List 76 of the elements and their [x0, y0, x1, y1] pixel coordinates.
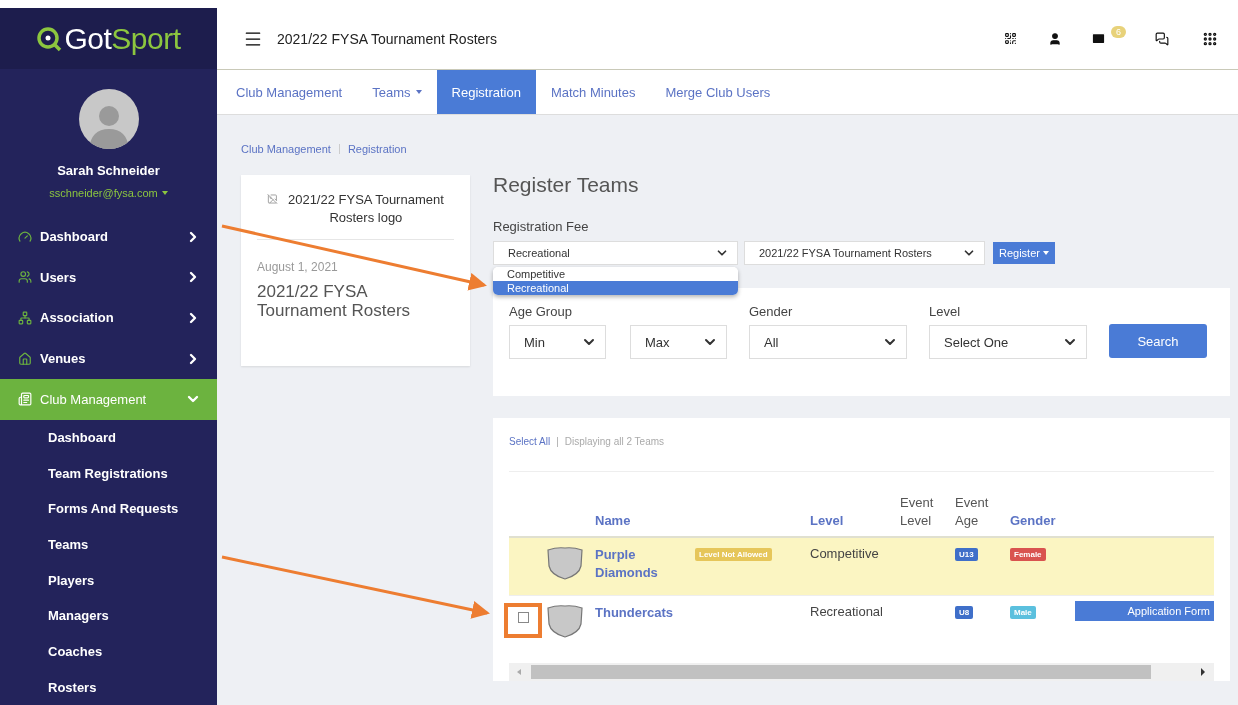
separator: | — [556, 436, 559, 447]
register-button[interactable]: Register — [993, 242, 1055, 264]
field-label: Age Group — [509, 304, 573, 319]
gauge-icon — [18, 229, 32, 244]
column-header: Event Age — [955, 494, 990, 530]
team-crest-icon — [545, 604, 585, 638]
column-header: Event Level — [900, 494, 935, 530]
dropdown-option[interactable]: Recreational — [493, 281, 738, 295]
sidebar-subitem[interactable]: Dashboard — [0, 419, 217, 456]
sidebar-item[interactable]: Users — [0, 256, 217, 298]
min-age-select[interactable]: Min — [509, 325, 606, 359]
teams-summary: Displaying all 2 Teams — [564, 436, 665, 447]
logo-text: GotSport — [64, 21, 181, 56]
column-header[interactable]: Name — [595, 512, 695, 530]
age-label: U13 — [955, 548, 978, 561]
sidebar-subitem[interactable]: Rosters — [0, 669, 217, 705]
fee-select[interactable]: Recreational — [493, 241, 738, 265]
sidebar-subitem[interactable]: Coaches — [0, 633, 217, 670]
horizontal-scrollbar[interactable] — [509, 663, 1214, 681]
age-label: U8 — [955, 606, 974, 619]
sidebar-subitem[interactable]: Team Registrations — [0, 455, 217, 491]
field-label: Registration Fee — [493, 219, 590, 234]
chat-icon[interactable] — [1155, 31, 1169, 46]
nav-tab[interactable]: Match Minutes — [535, 70, 651, 114]
breadcrumb-link[interactable]: Club Management — [241, 143, 331, 155]
gender-label: Female — [1010, 548, 1046, 561]
users-icon — [18, 270, 32, 285]
qr-code-icon[interactable] — [1004, 32, 1018, 45]
column-header[interactable]: Gender — [1010, 512, 1075, 530]
application-form-button[interactable]: Application Form — [1075, 601, 1214, 621]
user-name: Sarah Schneider — [57, 163, 160, 179]
list-icon — [18, 392, 32, 407]
sidebar-item[interactable]: Association — [0, 297, 217, 339]
gender-select[interactable]: All — [749, 325, 907, 359]
sidebar-subitem[interactable]: Forms And Requests — [0, 490, 217, 527]
nav-tab[interactable]: Club Management — [221, 70, 358, 114]
breadcrumb-link[interactable]: Registration — [347, 143, 407, 155]
table-cell-text: Recreational — [810, 604, 884, 619]
select-all-link[interactable]: Select All — [509, 436, 551, 447]
field-label: Level — [929, 304, 962, 319]
logo-icon — [36, 25, 63, 52]
table-cell-text: Competitive — [810, 546, 880, 561]
team-name-link[interactable]: Purple Diamonds — [595, 546, 695, 582]
sidebar-subitem[interactable]: Players — [0, 562, 217, 598]
sidebar-subitem[interactable]: Managers — [0, 597, 217, 634]
nav-tab[interactable]: Teams — [357, 70, 437, 114]
dropdown-option[interactable]: Competitive — [493, 267, 738, 281]
highlight-frame — [504, 603, 542, 638]
column-header[interactable]: Level — [810, 512, 900, 530]
event-select[interactable]: 2021/22 FYSA Tournament Rosters — [744, 241, 985, 265]
team-crest-icon — [545, 546, 585, 580]
image-alt-text: 2021/22 FYSA Tournament Rosters logo — [287, 191, 444, 227]
network-icon — [18, 310, 32, 325]
team-name-link[interactable]: Thundercats — [595, 604, 695, 622]
section-heading: Register Teams — [493, 173, 640, 197]
page-title: 2021/22 FYSA Tournament Rosters — [277, 30, 498, 47]
user-icon[interactable] — [1048, 31, 1062, 46]
broken-image-icon — [267, 191, 278, 207]
nav-tab[interactable]: Merge Club Users — [650, 70, 786, 114]
warning-label: Level Not Allowed — [695, 548, 772, 561]
sidebar-subitem[interactable]: Teams — [0, 526, 217, 563]
apps-grid-icon[interactable] — [1202, 30, 1218, 47]
sidebar-item[interactable]: Venues — [0, 338, 217, 379]
house-icon — [18, 351, 32, 366]
field-label: Gender — [749, 304, 794, 319]
notification-count: 6 — [1111, 26, 1126, 38]
level-select[interactable]: Select One — [929, 325, 1087, 359]
sidebar-item[interactable]: Dashboard — [0, 216, 217, 257]
event-date: August 1, 2021 — [257, 260, 339, 274]
event-name: 2021/22 FYSA Tournament Rosters — [257, 282, 412, 320]
nav-tab[interactable]: Registration — [436, 70, 536, 114]
gender-label: Male — [1010, 606, 1036, 619]
search-button[interactable]: Search — [1109, 324, 1207, 358]
user-email[interactable]: sschneider@fysa.com — [49, 187, 168, 200]
row-checkbox[interactable] — [518, 612, 529, 623]
max-age-select[interactable]: Max — [630, 325, 727, 359]
